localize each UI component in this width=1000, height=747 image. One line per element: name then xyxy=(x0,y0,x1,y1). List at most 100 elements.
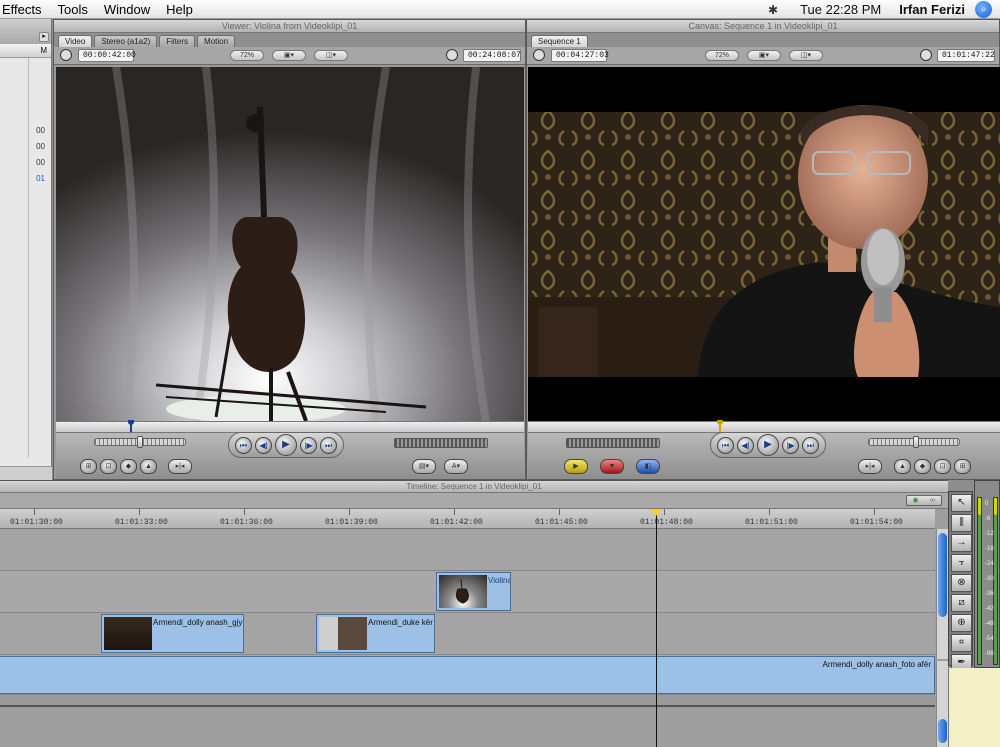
canvas-video-frame[interactable] xyxy=(528,67,1000,421)
menu-window[interactable]: Window xyxy=(96,2,158,17)
match-frame-icon[interactable]: ⊞ xyxy=(80,459,97,474)
go-to-out-icon[interactable]: ⏭ xyxy=(320,436,337,454)
selection-tool-icon[interactable]: ↖ xyxy=(951,494,972,512)
timeline-ruler[interactable]: 01:01:30:00 01:01:33:00 01:01:36:00 01:0… xyxy=(0,509,935,529)
bluetooth-icon[interactable]: ✱ xyxy=(766,3,780,17)
add-keyframe-icon[interactable]: ◆ xyxy=(914,459,931,474)
canvas-title[interactable]: Canvas: Sequence 1 in Videoklipi_01 xyxy=(527,20,999,33)
match-frame-icon[interactable]: ⊞ xyxy=(954,459,971,474)
add-marker-icon[interactable]: ▲ xyxy=(894,459,911,474)
canvas-shuttle-control[interactable] xyxy=(566,438,660,448)
tab-motion[interactable]: Motion xyxy=(197,35,236,47)
go-to-in-icon[interactable]: ⏮ xyxy=(717,436,734,454)
prev-edit-icon[interactable]: ◀| xyxy=(737,436,754,454)
scroll-thumb[interactable] xyxy=(938,533,947,617)
crop-tool-icon[interactable]: ⌗ xyxy=(951,634,972,652)
canvas-view-popup[interactable]: ▣▾ xyxy=(747,50,781,61)
menu-tools[interactable]: Tools xyxy=(50,2,96,17)
go-to-in-icon[interactable]: ⏮ xyxy=(235,436,252,454)
snap-icon[interactable]: ◉ xyxy=(907,496,924,505)
canvas-tabs: Sequence 1 xyxy=(527,33,999,47)
viewer-shuttle-control[interactable] xyxy=(394,438,488,448)
timeline-playhead[interactable] xyxy=(656,509,657,747)
viewer-title[interactable]: Viewer: Violina from Videoklipi_01 xyxy=(54,20,525,33)
viewer-tabs: Video Stereo (a1a2) Filters Motion xyxy=(54,33,525,47)
canvas-jog-knob[interactable] xyxy=(913,436,919,448)
timeline-playhead-cap[interactable] xyxy=(651,509,661,516)
timeline-track[interactable] xyxy=(0,695,935,707)
canvas-current-timecode[interactable]: 01:01:47:22 xyxy=(937,49,995,62)
canvas-jog-control[interactable] xyxy=(868,436,960,448)
viewer-duration-field[interactable]: 00:00:42:00 xyxy=(78,49,136,62)
zoom-tool-icon[interactable]: ⊕ xyxy=(951,614,972,632)
roll-tool-icon[interactable]: ⊗ xyxy=(951,574,972,592)
edit-select-tool-icon[interactable]: ⫼ xyxy=(951,514,972,532)
mark-in-out-icon[interactable]: ▸|◂ xyxy=(858,459,882,474)
browser-column-header[interactable]: M xyxy=(0,44,51,58)
canvas-playhead[interactable] xyxy=(717,420,723,432)
tick-label: 01:01:51:00 xyxy=(745,518,798,527)
clip-armendi-duke-ker[interactable]: Armendi_duke kër xyxy=(316,614,435,653)
track-select-tool-icon[interactable]: → xyxy=(951,534,972,552)
clip-armendi-dolly-anash-gjy[interactable]: Armendi_dolly anash_gjy xyxy=(101,614,244,653)
tab-video[interactable]: Video xyxy=(58,35,93,47)
ripple-tool-icon[interactable]: ⫟ xyxy=(951,554,972,572)
go-to-out-icon[interactable]: ⏭ xyxy=(802,436,819,454)
browser-column-button[interactable]: ▸ xyxy=(39,32,49,42)
viewer-zoom-popup[interactable]: 72% xyxy=(230,50,264,61)
clip-armendi-dolly-anash-foto-afer[interactable]: Armendi_dolly anash_foto afër xyxy=(0,656,935,694)
canvas-transport: ⏮ ◀| ▶ |▶ ⏭ ▶ ▼ ◧ ▸|◂ ▲ ◆ ⊡ ⊞ xyxy=(528,432,1000,479)
clip-label: Armendi_dolly anash_gjy xyxy=(153,618,243,627)
canvas-zoom-popup[interactable]: 72% xyxy=(705,50,739,61)
viewer-jog-knob[interactable] xyxy=(137,436,143,448)
browser-scrollbar[interactable] xyxy=(0,466,52,480)
clip-thumbnail xyxy=(104,617,152,650)
viewer-jog-control[interactable] xyxy=(94,436,186,448)
tab-sequence-1[interactable]: Sequence 1 xyxy=(531,35,588,47)
mark-clip-icon[interactable]: ⊡ xyxy=(934,459,951,474)
viewer-playhead[interactable] xyxy=(128,420,134,432)
generator-icon[interactable]: A▾ xyxy=(444,459,468,474)
viewer-video-frame[interactable] xyxy=(56,67,524,421)
tick-label: 01:01:42:00 xyxy=(430,518,483,527)
mark-clip-icon[interactable]: ⊡ xyxy=(100,459,117,474)
prev-edit-icon[interactable]: ◀| xyxy=(255,436,272,454)
timeline-scrollbar-bottom[interactable] xyxy=(936,661,948,747)
next-edit-icon[interactable]: |▶ xyxy=(782,436,799,454)
add-marker-icon[interactable]: ▲ xyxy=(140,459,157,474)
viewer-current-timecode[interactable]: 00:24:08:07 xyxy=(463,49,521,62)
viewer-overlay-popup[interactable]: ◫▾ xyxy=(314,50,348,61)
viewer-view-popup[interactable]: ▣▾ xyxy=(272,50,306,61)
clip-violina[interactable]: Violina xyxy=(436,572,511,611)
recent-clips-icon[interactable]: ▤▾ xyxy=(412,459,436,474)
menubar-clock[interactable]: Tue 22:28 PM xyxy=(800,2,881,17)
razor-tool-icon[interactable]: ⧄ xyxy=(951,594,972,612)
insert-edit-icon[interactable]: ▶ xyxy=(564,459,588,474)
overwrite-edit-icon[interactable]: ▼ xyxy=(600,459,624,474)
menubar-user[interactable]: Irfan Ferizi xyxy=(899,2,965,17)
timeline-track[interactable] xyxy=(0,529,935,571)
menu-help[interactable]: Help xyxy=(158,2,201,17)
add-keyframe-icon[interactable]: ◆ xyxy=(120,459,137,474)
menu-effects[interactable]: Effects xyxy=(0,2,50,17)
timeline-scrollbar-top[interactable] xyxy=(936,529,948,659)
mark-in-out-icon[interactable]: ▸|◂ xyxy=(168,459,192,474)
tab-filters[interactable]: Filters xyxy=(159,35,196,47)
duration-clock-icon xyxy=(533,49,545,61)
audio-meters: 0 -6 -12 -18 -24 -30 -36 -42 -48 -54 -96 xyxy=(974,480,1000,668)
canvas-duration-field[interactable]: 00:04:27:03 xyxy=(551,49,609,62)
spotlight-icon[interactable]: ⌕ xyxy=(975,1,992,18)
play-icon[interactable]: ▶ xyxy=(757,434,779,456)
current-clock-icon xyxy=(920,49,932,61)
scroll-thumb[interactable] xyxy=(938,719,947,743)
replace-edit-icon[interactable]: ◧ xyxy=(636,459,660,474)
link-icon[interactable]: ∞ xyxy=(924,496,941,505)
play-icon[interactable]: ▶ xyxy=(275,434,297,456)
ruler-tick xyxy=(769,509,770,515)
clip-label: Armendi_dolly anash_foto afër xyxy=(822,660,931,669)
next-edit-icon[interactable]: |▶ xyxy=(300,436,317,454)
canvas-overlay-popup[interactable]: ◫▾ xyxy=(789,50,823,61)
snapping-toggle[interactable]: ◉ ∞ xyxy=(906,495,942,506)
tab-stereo[interactable]: Stereo (a1a2) xyxy=(94,35,158,47)
timeline-title[interactable]: Timeline: Sequence 1 in Videoklipi_01 xyxy=(0,481,948,493)
